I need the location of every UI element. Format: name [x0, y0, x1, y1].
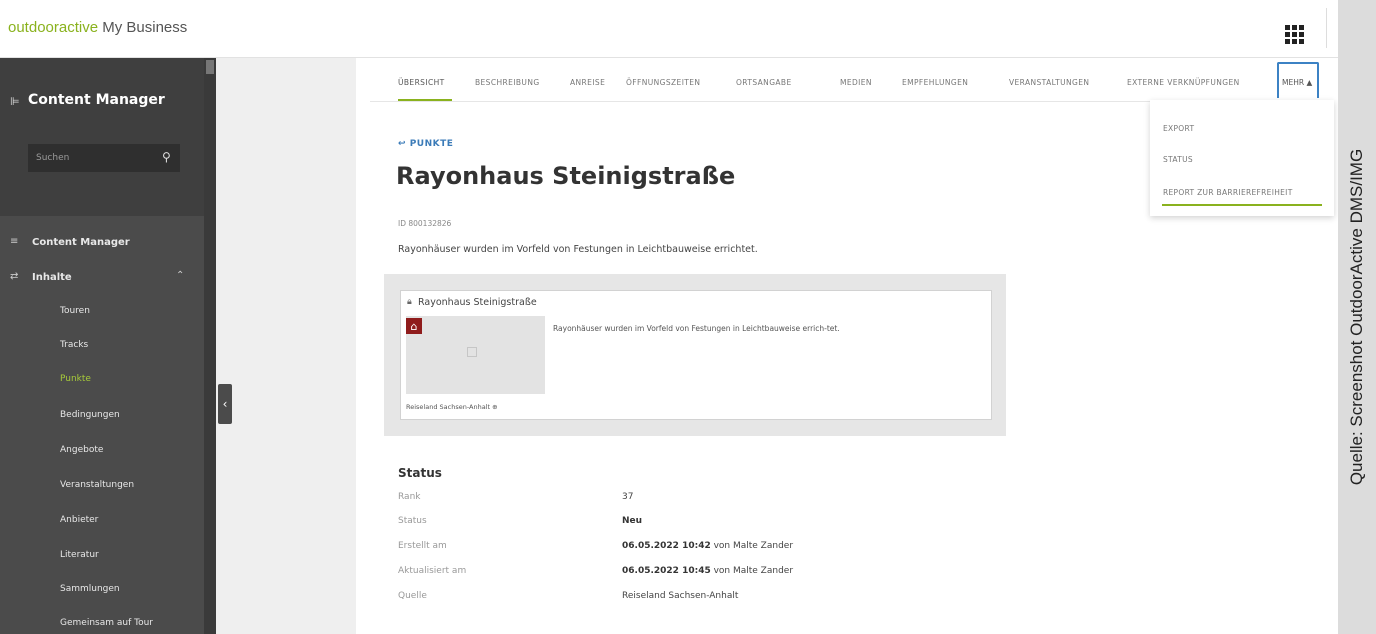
status-date: 06.05.2022 10:45: [622, 566, 711, 576]
item-description: Rayonhäuser wurden im Vorfeld von Festun…: [398, 244, 758, 255]
content-icon: ⇄: [10, 271, 19, 282]
status-author[interactable]: von Malte Zander: [711, 566, 793, 576]
menu-item-status[interactable]: STATUS: [1163, 155, 1193, 164]
tab[interactable]: ÜBERSICHT: [398, 78, 445, 87]
tab-more[interactable]: MEHR ▲: [1277, 62, 1319, 98]
poi-category-icon: ⌂: [406, 318, 422, 334]
tab[interactable]: ÖFFNUNGSZEITEN: [626, 78, 700, 87]
sidebar-item-label: Literatur: [60, 550, 99, 560]
status-value: 06.05.2022 10:42 von Malte Zander: [622, 541, 793, 551]
card-description: Rayonhäuser wurden im Vorfeld von Festun…: [553, 324, 840, 333]
menu-item-export[interactable]: EXPORT: [1163, 124, 1194, 133]
sidebar-item[interactable]: Anbieter: [0, 504, 204, 538]
sidebar-item-label: Anbieter: [60, 515, 99, 525]
more-dropdown-menu: EXPORT STATUS REPORT ZUR BARRIEREFREIHEI…: [1150, 100, 1334, 216]
sidebar-header: [0, 58, 204, 216]
menu-item-indicator: [1162, 204, 1322, 206]
content-gutter: [216, 58, 356, 634]
card-title: Rayonhaus Steinigstraße: [418, 297, 537, 308]
tab[interactable]: ANREISE: [570, 78, 605, 87]
chevron-up-icon: ⌃: [176, 270, 185, 281]
search-icon[interactable]: ⚲: [162, 150, 171, 164]
card-source-label: Reiseland Sachsen-Anhalt: [406, 403, 491, 411]
tab[interactable]: VERANSTALTUNGEN: [1009, 78, 1089, 87]
app-window: outdooractive My Business ⊫ Content Mana…: [0, 0, 1338, 634]
status-value: 37: [622, 492, 634, 502]
tab-bar: ÜBERSICHT BESCHREIBUNG ANREISE ÖFFNUNGSZEIT…: [370, 58, 1330, 102]
sidebar-item[interactable]: Sammlungen: [0, 573, 204, 607]
sidebar-item[interactable]: Bedingungen: [0, 399, 204, 433]
sidebar-item-label: Punkte: [60, 374, 91, 384]
menu-item-accessibility-report[interactable]: REPORT ZUR BARRIEREFREIHEIT: [1163, 188, 1293, 197]
sidebar-item-label: Content Manager: [32, 237, 130, 248]
sidebar-item[interactable]: Touren: [0, 295, 204, 329]
sidebar-item[interactable]: ⇄ Inhalte ⌃: [0, 261, 204, 295]
info-icon: ⊕: [492, 403, 498, 411]
image-placeholder-icon: [467, 347, 477, 357]
tab[interactable]: EMPFEHLUNGEN: [902, 78, 968, 87]
status-label: Status: [398, 516, 427, 526]
sidebar-item-label: Inhalte: [32, 272, 72, 283]
sidebar-item[interactable]: Punkte: [0, 363, 204, 397]
item-id: ID 800132826: [398, 219, 452, 228]
back-link-label: PUNKTE: [409, 139, 454, 149]
status-author[interactable]: von Malte Zander: [711, 541, 793, 551]
sidebar-item[interactable]: ≡ Content Manager: [0, 226, 204, 260]
back-link[interactable]: ↩ PUNKTE: [398, 139, 453, 149]
status-label: Erstellt am: [398, 541, 447, 551]
status-date: 06.05.2022 10:42: [622, 541, 711, 551]
sidebar: ⊫ Content Manager ⚲ ≡ Content Manager ⇄ Inh…: [0, 58, 204, 634]
status-value: Reiseland Sachsen-Anhalt: [622, 591, 739, 601]
brand-product: My Business: [102, 19, 188, 36]
back-arrow-icon: ↩: [398, 139, 407, 149]
sidebar-item[interactable]: Literatur: [0, 539, 204, 573]
status-label: Quelle: [398, 591, 427, 601]
collapse-sidebar-button[interactable]: ‹: [218, 384, 232, 424]
lock-icon: 🔒︎: [407, 297, 412, 307]
brand-logo[interactable]: outdooractive My Business: [8, 19, 187, 36]
sidebar-item[interactable]: Tracks: [0, 329, 204, 363]
menu-icon: ≡: [10, 236, 19, 247]
sidebar-item-label: Gemeinsam auf Tour: [60, 618, 153, 628]
tab[interactable]: MEDIEN: [840, 78, 872, 87]
search-input[interactable]: [28, 144, 180, 172]
apps-grid-icon[interactable]: [1276, 16, 1312, 52]
sidebar-title: Content Manager: [28, 92, 165, 108]
content-manager-icon: ⊫: [10, 95, 20, 108]
active-tab-indicator: [398, 99, 452, 101]
status-value: Neu: [622, 516, 643, 526]
sidebar-item-label: Angebote: [60, 445, 104, 455]
scrollbar-thumb[interactable]: [206, 60, 214, 74]
sidebar-scrollbar[interactable]: [204, 58, 216, 634]
brand-name: outdooractive: [8, 19, 99, 36]
sidebar-item-label: Sammlungen: [60, 584, 120, 594]
tab[interactable]: BESCHREIBUNG: [475, 78, 540, 87]
sidebar-item-label: Veranstaltungen: [60, 480, 135, 490]
status-label: Rank: [398, 492, 421, 502]
tab[interactable]: EXTERNE VERKNÜPFUNGEN: [1127, 78, 1240, 87]
status-value: 06.05.2022 10:45 von Malte Zander: [622, 566, 793, 576]
sidebar-item-label: Touren: [60, 306, 90, 316]
sidebar-item[interactable]: Angebote: [0, 434, 204, 468]
image-credit: Quelle: Screenshot OutdoorActive DMS/IMG: [1347, 148, 1366, 486]
divider: [1326, 8, 1327, 48]
sidebar-item-label: Bedingungen: [60, 410, 120, 420]
sidebar-item[interactable]: Veranstaltungen: [0, 469, 204, 503]
status-heading: Status: [398, 466, 442, 480]
card-source[interactable]: Reiseland Sachsen-Anhalt ⊕: [406, 403, 498, 411]
tab[interactable]: ORTSANGABE: [736, 78, 792, 87]
top-bar: outdooractive My Business: [0, 0, 1338, 58]
status-label: Aktualisiert am: [398, 566, 467, 576]
page-title: Rayonhaus Steinigstraße: [396, 162, 736, 190]
sidebar-item-label: Tracks: [60, 340, 89, 350]
sidebar-item[interactable]: Gemeinsam auf Tour: [0, 607, 204, 634]
chevron-left-icon: ‹: [222, 397, 228, 411]
